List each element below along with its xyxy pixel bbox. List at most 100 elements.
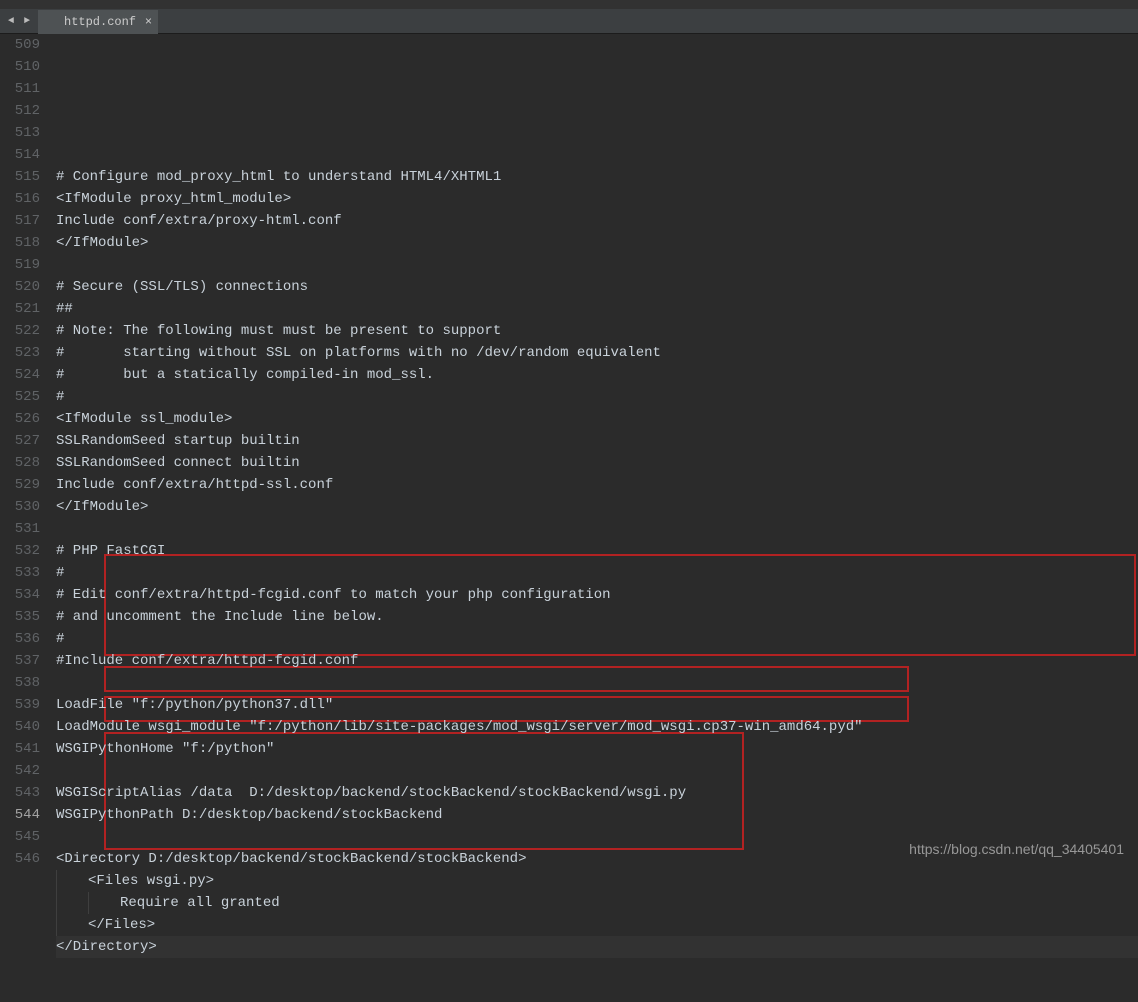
code-line[interactable]: LoadFile "f:/python/python37.dll" bbox=[56, 694, 1138, 716]
line-number: 541 bbox=[4, 738, 40, 760]
line-number: 534 bbox=[4, 584, 40, 606]
code-text: # Note: The following must must be prese… bbox=[56, 323, 501, 339]
line-number: 515 bbox=[4, 166, 40, 188]
file-tab-label: httpd.conf bbox=[64, 15, 136, 29]
code-line[interactable] bbox=[56, 672, 1138, 694]
code-line[interactable]: # bbox=[56, 628, 1138, 650]
code-text: <IfModule proxy_html_module> bbox=[56, 191, 291, 207]
line-number: 520 bbox=[4, 276, 40, 298]
tab-nav-left-icon[interactable]: ◄ bbox=[4, 14, 18, 28]
code-text: <IfModule ssl_module> bbox=[56, 411, 232, 427]
line-number: 522 bbox=[4, 320, 40, 342]
code-text bbox=[56, 961, 64, 977]
code-text: Include conf/extra/httpd-ssl.conf bbox=[56, 477, 333, 493]
code-line[interactable]: </Files> bbox=[56, 914, 1138, 936]
code-line[interactable]: <IfModule ssl_module> bbox=[56, 408, 1138, 430]
code-text: ## bbox=[56, 301, 73, 317]
current-line-highlight bbox=[56, 936, 1138, 958]
line-number: 542 bbox=[4, 760, 40, 782]
line-number: 539 bbox=[4, 694, 40, 716]
line-number: 533 bbox=[4, 562, 40, 584]
line-number: 524 bbox=[4, 364, 40, 386]
code-line[interactable] bbox=[56, 980, 1138, 1002]
code-text: # Configure mod_proxy_html to understand… bbox=[56, 169, 501, 185]
code-text: # and uncomment the Include line below. bbox=[56, 609, 384, 625]
code-line[interactable]: Include conf/extra/proxy-html.conf bbox=[56, 210, 1138, 232]
line-number: 530 bbox=[4, 496, 40, 518]
code-text: # but a statically compiled-in mod_ssl. bbox=[56, 367, 434, 383]
code-text bbox=[56, 763, 64, 779]
line-number: 519 bbox=[4, 254, 40, 276]
close-icon[interactable]: × bbox=[145, 15, 152, 29]
code-line[interactable]: WSGIScriptAlias /data D:/desktop/backend… bbox=[56, 782, 1138, 804]
code-text: WSGIPythonPath D:/desktop/backend/stockB… bbox=[56, 807, 442, 823]
code-text: SSLRandomSeed connect builtin bbox=[56, 455, 300, 471]
code-line[interactable]: # bbox=[56, 562, 1138, 584]
code-line[interactable]: # and uncomment the Include line below. bbox=[56, 606, 1138, 628]
code-line[interactable]: # PHP FastCGI bbox=[56, 540, 1138, 562]
code-text: # Edit conf/extra/httpd-fcgid.conf to ma… bbox=[56, 587, 611, 603]
code-line[interactable]: </IfModule> bbox=[56, 232, 1138, 254]
code-text: <Directory D:/desktop/backend/stockBacke… bbox=[56, 851, 526, 867]
code-line[interactable]: </IfModule> bbox=[56, 496, 1138, 518]
line-number: 544 bbox=[4, 804, 40, 826]
code-line[interactable] bbox=[56, 760, 1138, 782]
line-number: 537 bbox=[4, 650, 40, 672]
line-number: 538 bbox=[4, 672, 40, 694]
line-number: 540 bbox=[4, 716, 40, 738]
code-line[interactable]: Include conf/extra/httpd-ssl.conf bbox=[56, 474, 1138, 496]
code-text: # PHP FastCGI bbox=[56, 543, 165, 559]
code-text bbox=[56, 257, 64, 273]
code-text: WSGIPythonHome "f:/python" bbox=[56, 741, 274, 757]
line-number: 516 bbox=[4, 188, 40, 210]
code-text: # bbox=[56, 631, 64, 647]
file-tab[interactable]: httpd.conf × bbox=[38, 10, 158, 34]
code-line[interactable]: Require all granted bbox=[56, 892, 1138, 914]
code-line[interactable]: # starting without SSL on platforms with… bbox=[56, 342, 1138, 364]
code-line[interactable] bbox=[56, 958, 1138, 980]
code-line[interactable]: #Include conf/extra/httpd-fcgid.conf bbox=[56, 650, 1138, 672]
line-number: 511 bbox=[4, 78, 40, 100]
line-number: 517 bbox=[4, 210, 40, 232]
code-line[interactable]: WSGIPythonPath D:/desktop/backend/stockB… bbox=[56, 804, 1138, 826]
tab-nav-right-icon[interactable]: ► bbox=[20, 14, 34, 28]
code-line[interactable]: # Note: The following must must be prese… bbox=[56, 320, 1138, 342]
code-line[interactable]: # but a statically compiled-in mod_ssl. bbox=[56, 364, 1138, 386]
indent-guide bbox=[88, 892, 120, 914]
code-text: </IfModule> bbox=[56, 235, 148, 251]
code-content[interactable]: # Configure mod_proxy_html to understand… bbox=[50, 34, 1138, 867]
code-text: </IfModule> bbox=[56, 499, 148, 515]
code-line[interactable]: # Secure (SSL/TLS) connections bbox=[56, 276, 1138, 298]
code-text bbox=[56, 983, 64, 999]
code-line[interactable]: WSGIPythonHome "f:/python" bbox=[56, 738, 1138, 760]
code-line[interactable]: # Configure mod_proxy_html to understand… bbox=[56, 166, 1138, 188]
line-number-gutter: 5095105115125135145155165175185195205215… bbox=[0, 34, 50, 867]
editor-area[interactable]: 5095105115125135145155165175185195205215… bbox=[0, 34, 1138, 867]
code-text: LoadModule wsgi_module "f:/python/lib/si… bbox=[56, 719, 863, 735]
line-number: 523 bbox=[4, 342, 40, 364]
code-line[interactable]: # Edit conf/extra/httpd-fcgid.conf to ma… bbox=[56, 584, 1138, 606]
indent-guide bbox=[56, 914, 88, 936]
code-line[interactable] bbox=[56, 254, 1138, 276]
line-number: 527 bbox=[4, 430, 40, 452]
code-text: WSGIScriptAlias /data D:/desktop/backend… bbox=[56, 785, 686, 801]
code-text: Include conf/extra/proxy-html.conf bbox=[56, 213, 342, 229]
line-number: 526 bbox=[4, 408, 40, 430]
line-number: 509 bbox=[4, 34, 40, 56]
code-text bbox=[56, 829, 64, 845]
line-number: 514 bbox=[4, 144, 40, 166]
code-text: <Files wsgi.py> bbox=[88, 873, 214, 889]
watermark-text: https://blog.csdn.net/qq_34405401 bbox=[909, 841, 1124, 857]
code-line[interactable]: SSLRandomSeed startup builtin bbox=[56, 430, 1138, 452]
code-line[interactable]: </Directory> bbox=[56, 936, 1138, 958]
code-line[interactable] bbox=[56, 518, 1138, 540]
line-number: 512 bbox=[4, 100, 40, 122]
code-line[interactable]: SSLRandomSeed connect builtin bbox=[56, 452, 1138, 474]
code-line[interactable]: <Files wsgi.py> bbox=[56, 870, 1138, 892]
code-line[interactable]: # bbox=[56, 386, 1138, 408]
code-line[interactable]: <IfModule proxy_html_module> bbox=[56, 188, 1138, 210]
code-line[interactable]: LoadModule wsgi_module "f:/python/lib/si… bbox=[56, 716, 1138, 738]
line-number: 521 bbox=[4, 298, 40, 320]
code-text: </Files> bbox=[88, 917, 155, 933]
code-line[interactable]: ## bbox=[56, 298, 1138, 320]
